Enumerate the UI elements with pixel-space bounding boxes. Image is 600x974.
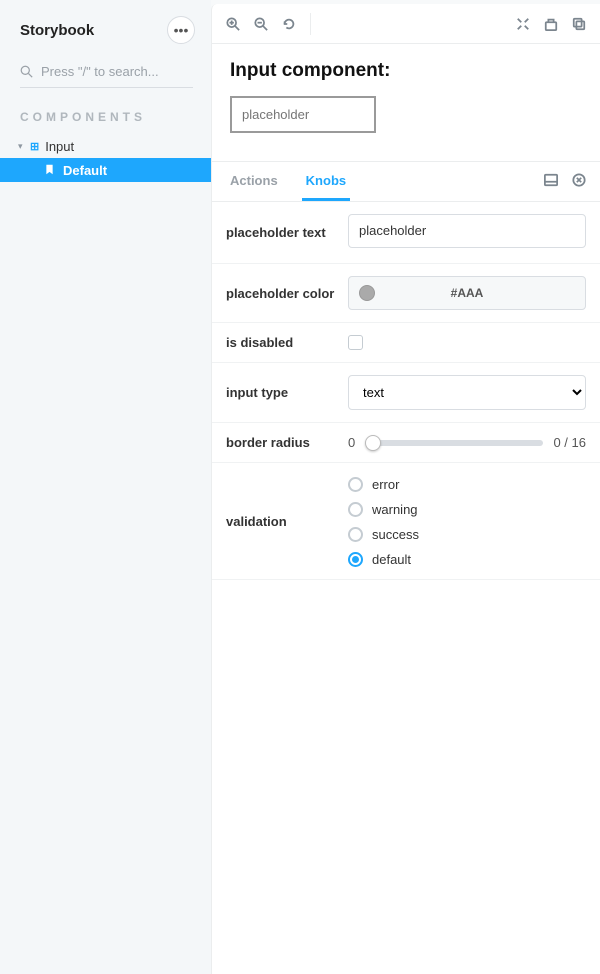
placeholder-color-input[interactable]: #AAA: [348, 276, 586, 310]
border-radius-slider[interactable]: [365, 440, 543, 446]
radio-icon: [348, 527, 363, 542]
component-icon: ⊞: [30, 140, 39, 153]
validation-radio-warning[interactable]: warning: [348, 502, 586, 517]
toolbar-separator: [310, 13, 311, 35]
range-value-right: 0 / 16: [553, 435, 586, 450]
knob-row-placeholder-text: placeholder text placeholder: [212, 202, 600, 264]
close-panel-icon[interactable]: [572, 173, 586, 190]
radio-icon: [348, 477, 363, 492]
bookmark-icon: [44, 163, 55, 178]
search-icon: [20, 65, 33, 78]
story-heading: Input component:: [230, 60, 582, 82]
preview-toolbar: [212, 4, 600, 44]
addon-tabs: Actions Knobs: [212, 162, 600, 202]
demo-input-field[interactable]: [230, 96, 376, 133]
knob-row-placeholder-color: placeholder color #AAA: [212, 264, 600, 323]
sidebar: Storybook ••• Press "/" to search... COM…: [0, 0, 211, 974]
validation-radio-default[interactable]: default: [348, 552, 586, 567]
knob-label: input type: [226, 385, 348, 400]
knob-row-border-radius: border radius 0 0 / 16: [212, 423, 600, 463]
story-tree: ▾ ⊞ Input Default: [0, 134, 211, 182]
sidebar-header: Storybook •••: [0, 0, 211, 52]
tree-item-input[interactable]: ▾ ⊞ Input: [0, 134, 211, 158]
open-externally-icon[interactable]: [544, 17, 558, 31]
validation-radio-error[interactable]: error: [348, 477, 586, 492]
knob-label: border radius: [226, 435, 348, 450]
knob-row-validation: validation error warning success default: [212, 463, 600, 580]
is-disabled-checkbox[interactable]: [348, 335, 363, 350]
range-value-left: 0: [348, 435, 355, 450]
section-title-components: COMPONENTS: [0, 92, 211, 132]
preview-canvas: Input component:: [212, 44, 600, 162]
ellipsis-icon: •••: [174, 22, 189, 38]
radio-icon: [348, 552, 363, 567]
radio-label: success: [372, 527, 419, 542]
knob-row-is-disabled: is disabled: [212, 323, 600, 363]
panel-position-icon[interactable]: [544, 173, 558, 190]
radio-label: default: [372, 552, 411, 567]
color-swatch-icon: [359, 285, 375, 301]
search-placeholder: Press "/" to search...: [41, 64, 159, 79]
radio-label: warning: [372, 502, 418, 517]
input-type-select[interactable]: text: [348, 375, 586, 410]
slider-thumb-icon: [365, 435, 381, 451]
validation-radio-group: error warning success default: [348, 475, 586, 567]
placeholder-text-input[interactable]: placeholder: [348, 214, 586, 248]
sidebar-menu-button[interactable]: •••: [167, 16, 195, 44]
tab-knobs[interactable]: Knobs: [302, 162, 350, 201]
main-panel: Input component: Actions Knobs placehold…: [211, 4, 600, 974]
zoom-out-icon[interactable]: [254, 17, 268, 31]
app-title: Storybook: [20, 22, 94, 39]
knob-label: is disabled: [226, 335, 348, 350]
radio-label: error: [372, 477, 399, 492]
fullscreen-icon[interactable]: [516, 17, 530, 31]
knob-label: placeholder color: [226, 286, 348, 301]
copy-link-icon[interactable]: [572, 17, 586, 31]
knob-row-input-type: input type text: [212, 363, 600, 423]
tree-item-label: Default: [63, 163, 107, 178]
radio-icon: [348, 502, 363, 517]
color-value: #AAA: [451, 286, 484, 300]
tab-actions[interactable]: Actions: [226, 162, 282, 201]
knob-label: placeholder text: [226, 225, 348, 240]
addons-panel: Actions Knobs placeholder text placehold…: [212, 162, 600, 974]
caret-down-icon: ▾: [18, 141, 26, 152]
tree-item-default[interactable]: Default: [0, 158, 211, 182]
search-input[interactable]: Press "/" to search...: [20, 58, 193, 88]
validation-radio-success[interactable]: success: [348, 527, 586, 542]
knob-label: validation: [226, 514, 348, 529]
zoom-in-icon[interactable]: [226, 17, 240, 31]
tree-item-label: Input: [45, 139, 74, 154]
reset-zoom-icon[interactable]: [282, 17, 296, 31]
